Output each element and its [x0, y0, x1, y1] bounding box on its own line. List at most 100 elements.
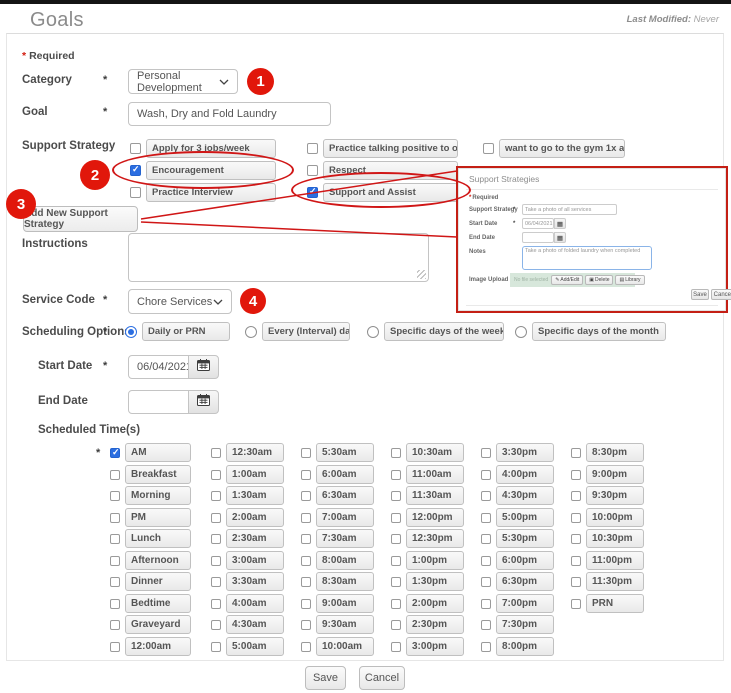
support-strategy-option[interactable]: Apply for 3 jobs/week: [130, 139, 276, 158]
checkbox[interactable]: [110, 599, 120, 609]
checkbox[interactable]: [571, 556, 581, 566]
checkbox[interactable]: [571, 534, 581, 544]
end-date-calendar-button[interactable]: [188, 390, 219, 414]
checkbox[interactable]: [301, 556, 311, 566]
checkbox[interactable]: [110, 513, 120, 523]
support-strategy-option[interactable]: Support and Assist: [307, 183, 458, 202]
checkbox[interactable]: [391, 534, 401, 544]
scheduled-time-option[interactable]: 3:30pm: [481, 443, 554, 462]
checkbox[interactable]: [391, 642, 401, 652]
checkbox[interactable]: [301, 534, 311, 544]
checkbox[interactable]: [571, 513, 581, 523]
checkbox[interactable]: [307, 143, 318, 154]
scheduling-option[interactable]: Specific days of the month: [515, 322, 666, 341]
checkbox[interactable]: [571, 470, 581, 480]
scheduled-time-option[interactable]: 11:30am: [391, 486, 464, 505]
checkbox[interactable]: [301, 642, 311, 652]
checkbox[interactable]: [301, 620, 311, 630]
scheduled-time-option[interactable]: 8:30pm: [571, 443, 644, 462]
scheduling-option[interactable]: Daily or PRN: [125, 322, 230, 341]
checkbox[interactable]: [110, 470, 120, 480]
scheduled-time-option[interactable]: 6:00pm: [481, 551, 554, 570]
checkbox[interactable]: [571, 599, 581, 609]
checkbox[interactable]: [391, 470, 401, 480]
inset-save-button[interactable]: Save: [691, 289, 709, 300]
checkbox[interactable]: [481, 620, 491, 630]
checkbox[interactable]: [481, 577, 491, 587]
end-date-input[interactable]: [128, 390, 189, 414]
checkbox[interactable]: [481, 470, 491, 480]
scheduled-time-option[interactable]: PRN: [571, 594, 644, 613]
checkbox[interactable]: [211, 513, 221, 523]
inset-end-date-input[interactable]: [522, 232, 554, 243]
checkbox[interactable]: [301, 599, 311, 609]
scheduled-time-option[interactable]: AM: [110, 443, 191, 462]
checkbox[interactable]: [110, 642, 120, 652]
scheduled-time-option[interactable]: 2:00am: [211, 508, 284, 527]
scheduled-time-option[interactable]: 2:30pm: [391, 615, 464, 634]
scheduled-time-option[interactable]: 12:30am: [211, 443, 284, 462]
checkbox[interactable]: [301, 491, 311, 501]
scheduled-time-option[interactable]: 11:00pm: [571, 551, 644, 570]
scheduled-time-option[interactable]: 10:00am: [301, 637, 374, 656]
checkbox[interactable]: [307, 187, 318, 198]
scheduled-time-option[interactable]: Graveyard: [110, 615, 191, 634]
category-select[interactable]: Personal Development: [128, 69, 238, 94]
scheduled-time-option[interactable]: 9:30pm: [571, 486, 644, 505]
checkbox[interactable]: [211, 448, 221, 458]
support-strategy-option[interactable]: want to go to the gym 1x a day: [483, 139, 625, 158]
add-new-support-strategy-button[interactable]: Add New Support Strategy: [23, 206, 138, 232]
checkbox[interactable]: [211, 470, 221, 480]
checkbox[interactable]: [391, 491, 401, 501]
scheduled-time-option[interactable]: 8:00pm: [481, 637, 554, 656]
checkbox[interactable]: [110, 448, 120, 458]
scheduled-time-option[interactable]: Bedtime: [110, 594, 191, 613]
checkbox[interactable]: [110, 577, 120, 587]
scheduled-time-option[interactable]: 9:00am: [301, 594, 374, 613]
checkbox[interactable]: [391, 599, 401, 609]
inset-delete-button[interactable]: ▣Delete: [585, 275, 613, 285]
start-date-input[interactable]: 06/04/2021: [128, 355, 189, 379]
checkbox[interactable]: [211, 577, 221, 587]
scheduled-time-option[interactable]: 5:30pm: [481, 529, 554, 548]
scheduled-time-option[interactable]: 6:30am: [301, 486, 374, 505]
scheduled-time-option[interactable]: 1:30am: [211, 486, 284, 505]
checkbox[interactable]: [110, 556, 120, 566]
scheduled-time-option[interactable]: 5:00am: [211, 637, 284, 656]
checkbox[interactable]: [301, 577, 311, 587]
checkbox[interactable]: [483, 143, 494, 154]
scheduling-option[interactable]: Every (Interval) days: [245, 322, 350, 341]
inset-notes-textarea[interactable]: Take a photo of folded laundry when comp…: [522, 246, 652, 270]
scheduled-time-option[interactable]: 5:00pm: [481, 508, 554, 527]
scheduled-time-option[interactable]: 4:30pm: [481, 486, 554, 505]
save-button[interactable]: Save: [305, 666, 346, 690]
checkbox[interactable]: [211, 491, 221, 501]
inset-start-date-calendar-icon[interactable]: ▦: [554, 218, 566, 229]
checkbox[interactable]: [211, 642, 221, 652]
scheduled-time-option[interactable]: 8:00am: [301, 551, 374, 570]
checkbox[interactable]: [481, 491, 491, 501]
scheduled-time-option[interactable]: 5:30am: [301, 443, 374, 462]
radio-button[interactable]: [245, 326, 257, 338]
inset-cancel-button[interactable]: Cancel: [711, 289, 731, 300]
scheduled-time-option[interactable]: Afternoon: [110, 551, 191, 570]
radio-button[interactable]: [367, 326, 379, 338]
checkbox[interactable]: [110, 491, 120, 501]
inset-start-date-input[interactable]: 06/04/2021: [522, 218, 554, 229]
checkbox[interactable]: [211, 620, 221, 630]
scheduled-time-option[interactable]: 11:00am: [391, 465, 464, 484]
checkbox[interactable]: [481, 642, 491, 652]
inset-support-strategy-input[interactable]: Take a photo of all services: [522, 204, 617, 215]
service-code-select[interactable]: Chore Services: [128, 289, 232, 314]
scheduled-time-option[interactable]: Lunch: [110, 529, 191, 548]
checkbox[interactable]: [110, 534, 120, 544]
scheduled-time-option[interactable]: 4:30am: [211, 615, 284, 634]
checkbox[interactable]: [130, 165, 141, 176]
checkbox[interactable]: [211, 556, 221, 566]
checkbox[interactable]: [571, 448, 581, 458]
checkbox[interactable]: [571, 577, 581, 587]
checkbox[interactable]: [211, 534, 221, 544]
support-strategy-option[interactable]: Respect: [307, 161, 458, 180]
goal-input[interactable]: Wash, Dry and Fold Laundry: [128, 102, 331, 126]
checkbox[interactable]: [301, 470, 311, 480]
